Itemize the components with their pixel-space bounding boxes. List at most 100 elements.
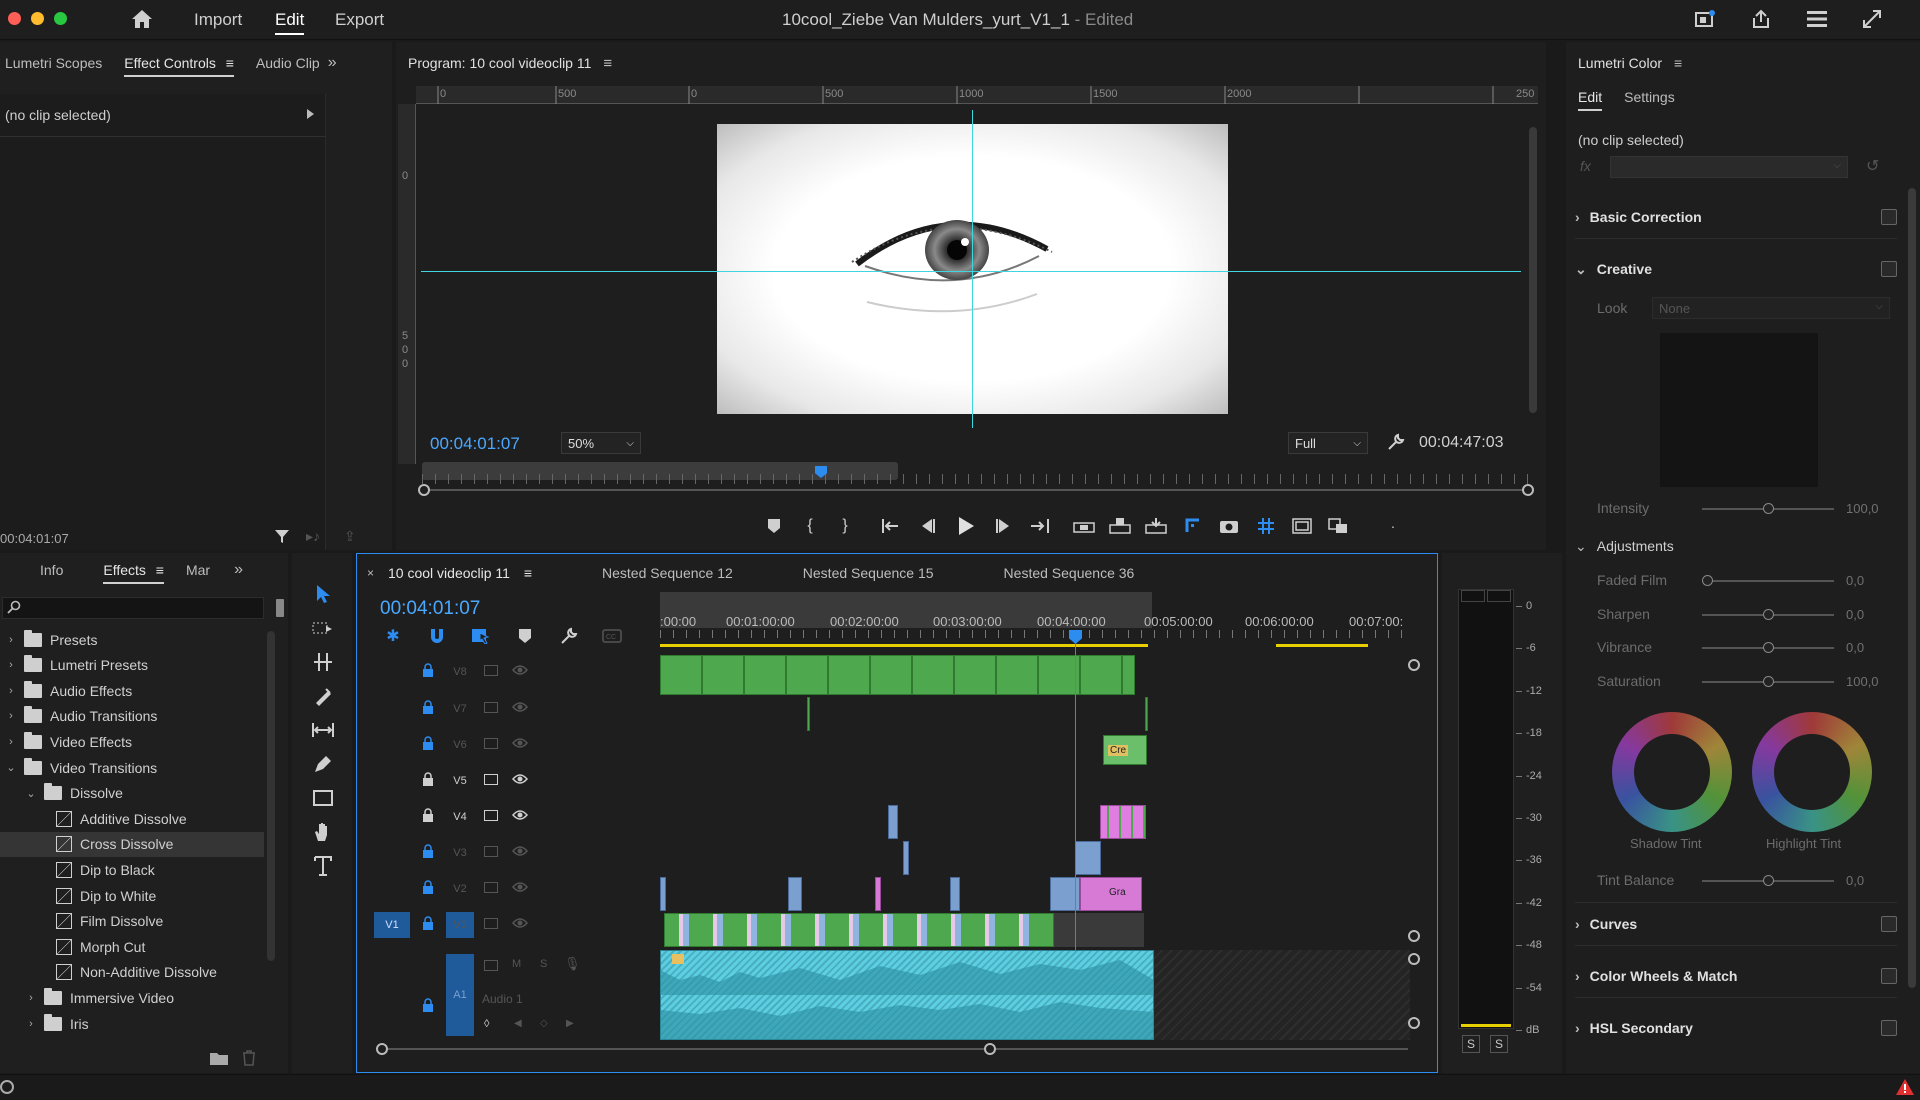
share-icon[interactable] xyxy=(1750,8,1772,30)
safe-margins-icon[interactable] xyxy=(1290,516,1314,536)
adjustment-slider[interactable] xyxy=(1702,608,1834,620)
slip-tool-icon[interactable] xyxy=(310,717,336,743)
nest-toggle-icon[interactable]: ✱ xyxy=(382,626,404,646)
track-scroll-handle[interactable] xyxy=(1408,930,1420,942)
effects-item[interactable]: Dip to White xyxy=(0,883,264,908)
enable-checkbox[interactable] xyxy=(1881,1020,1897,1036)
section-adjustments[interactable]: ⌄ Adjustments xyxy=(1575,524,1897,568)
new-bin-icon-small[interactable] xyxy=(276,599,284,617)
track-target[interactable]: V6 xyxy=(446,732,474,758)
enable-checkbox[interactable] xyxy=(1881,208,1897,225)
step-forward-icon[interactable] xyxy=(992,516,1014,536)
effects-folder[interactable]: › Audio Transitions xyxy=(0,704,264,729)
new-bin-icon[interactable] xyxy=(210,1051,228,1065)
minimize-window-button[interactable] xyxy=(31,12,44,25)
eye-icon[interactable] xyxy=(512,664,528,676)
quick-export-icon[interactable] xyxy=(1694,9,1716,29)
slider-knob[interactable] xyxy=(1763,642,1774,653)
captions-icon[interactable]: CC xyxy=(600,626,624,646)
razor-tool-icon[interactable] xyxy=(310,683,336,709)
clip-v4[interactable] xyxy=(888,805,898,839)
lock-icon[interactable] xyxy=(422,808,434,822)
adjustment-value[interactable]: 0,0 xyxy=(1846,573,1864,588)
hand-tool-icon[interactable] xyxy=(310,819,336,845)
chevron-right-icon[interactable]: › xyxy=(4,634,18,646)
lock-icon[interactable] xyxy=(422,880,434,894)
sync-lock-icon[interactable] xyxy=(484,702,498,713)
eye-icon[interactable] xyxy=(512,881,528,893)
horizontal-scrollbar[interactable] xyxy=(382,1048,1408,1050)
quality-select[interactable]: Full ⌵ xyxy=(1288,432,1368,454)
chevron-down-icon[interactable]: ⌄ xyxy=(4,761,18,774)
effects-item[interactable]: Non-Additive Dissolve xyxy=(0,960,264,985)
track-target[interactable]: V4 xyxy=(446,804,474,830)
sync-lock-icon[interactable] xyxy=(484,846,498,857)
background-task-icon[interactable] xyxy=(0,1080,14,1094)
slider-knob[interactable] xyxy=(1763,875,1774,886)
effects-folder[interactable]: › Video Effects xyxy=(0,729,264,754)
effects-search-input[interactable] xyxy=(2,597,264,619)
lumetri-scrollbar[interactable] xyxy=(1908,188,1916,988)
tab-markers[interactable]: Mar xyxy=(186,562,210,578)
fullscreen-icon[interactable] xyxy=(1862,9,1882,29)
sync-lock-icon[interactable] xyxy=(484,810,498,821)
vertical-guide[interactable] xyxy=(972,110,973,428)
track-target[interactable]: V7 xyxy=(446,696,474,722)
chevron-right-icon[interactable]: › xyxy=(24,1018,38,1030)
slider-knob[interactable] xyxy=(1763,608,1774,620)
lock-icon[interactable] xyxy=(422,772,434,786)
tab-info[interactable]: Info xyxy=(40,562,63,578)
lock-icon[interactable] xyxy=(422,844,434,858)
section-curves[interactable]: › Curves xyxy=(1575,902,1897,946)
step-back-icon[interactable] xyxy=(917,516,939,536)
track-select-tool-icon[interactable] xyxy=(310,615,336,641)
prev-keyframe-icon[interactable]: ◀ xyxy=(514,1018,522,1029)
section-creative[interactable]: ⌄ Creative xyxy=(1575,247,1897,291)
adjustment-slider[interactable] xyxy=(1702,642,1834,653)
effects-folder[interactable]: ⌄ Video Transitions xyxy=(0,755,264,780)
tab-lumetri-settings[interactable]: Settings xyxy=(1624,89,1675,105)
panel-menu-icon[interactable]: ≡ xyxy=(156,562,164,578)
program-title[interactable]: Program: 10 cool videoclip 11 xyxy=(408,55,591,71)
enable-checkbox[interactable] xyxy=(1881,261,1897,277)
track-target[interactable]: V5 xyxy=(446,768,474,794)
clip-selector[interactable]: ⌵ xyxy=(1610,156,1848,178)
chevron-down-icon[interactable]: ⌄ xyxy=(24,787,38,800)
effects-scrollbar[interactable] xyxy=(267,631,275,961)
lock-icon[interactable] xyxy=(422,916,434,930)
export-clip-icon[interactable]: ⇪ xyxy=(344,528,356,545)
filter-icon[interactable] xyxy=(274,528,290,544)
intensity-value[interactable]: 100,0 xyxy=(1846,501,1879,516)
audio-target[interactable]: A1 xyxy=(446,954,474,1036)
panel-menu-icon[interactable]: ≡ xyxy=(1674,55,1682,71)
adjustment-slider[interactable] xyxy=(1702,575,1834,586)
look-select[interactable]: None ⌵ xyxy=(1652,297,1890,319)
warning-icon[interactable] xyxy=(1896,1079,1914,1095)
maximize-window-button[interactable] xyxy=(54,12,67,25)
effects-folder[interactable]: › Audio Effects xyxy=(0,678,264,703)
snap-magnet-icon[interactable] xyxy=(426,626,448,646)
shadow-tint-wheel[interactable] xyxy=(1612,712,1732,832)
section-hsl-secondary[interactable]: › HSL Secondary xyxy=(1575,1006,1897,1050)
mark-in-icon[interactable]: { xyxy=(800,516,820,536)
ripple-edit-tool-icon[interactable] xyxy=(310,649,336,675)
mark-out-icon[interactable]: } xyxy=(835,516,855,536)
guides-icon[interactable] xyxy=(1254,516,1278,536)
more-tabs-icon[interactable]: » xyxy=(328,54,337,72)
expand-arrow-icon[interactable] xyxy=(307,109,314,119)
sync-lock-icon[interactable] xyxy=(484,738,498,749)
effects-folder[interactable]: › Iris xyxy=(0,1011,264,1036)
section-color-wheels[interactable]: › Color Wheels & Match xyxy=(1575,954,1897,998)
track-target[interactable]: V1 xyxy=(446,912,474,938)
sync-lock-icon[interactable] xyxy=(484,882,498,893)
comparison-view-icon[interactable] xyxy=(1326,516,1350,536)
clip-v1-gray[interactable] xyxy=(1054,913,1144,947)
selection-tool-icon[interactable] xyxy=(310,581,336,607)
effects-folder[interactable]: › Presets xyxy=(0,627,264,652)
zoom-select[interactable]: 50% ⌵ xyxy=(561,432,641,454)
mute-button[interactable]: M xyxy=(512,958,521,970)
eye-icon[interactable] xyxy=(512,917,528,929)
section-basic-correction[interactable]: › Basic Correction xyxy=(1575,195,1897,239)
export-frame-icon[interactable] xyxy=(1217,516,1241,536)
adjustment-value[interactable]: 0,0 xyxy=(1846,640,1864,655)
